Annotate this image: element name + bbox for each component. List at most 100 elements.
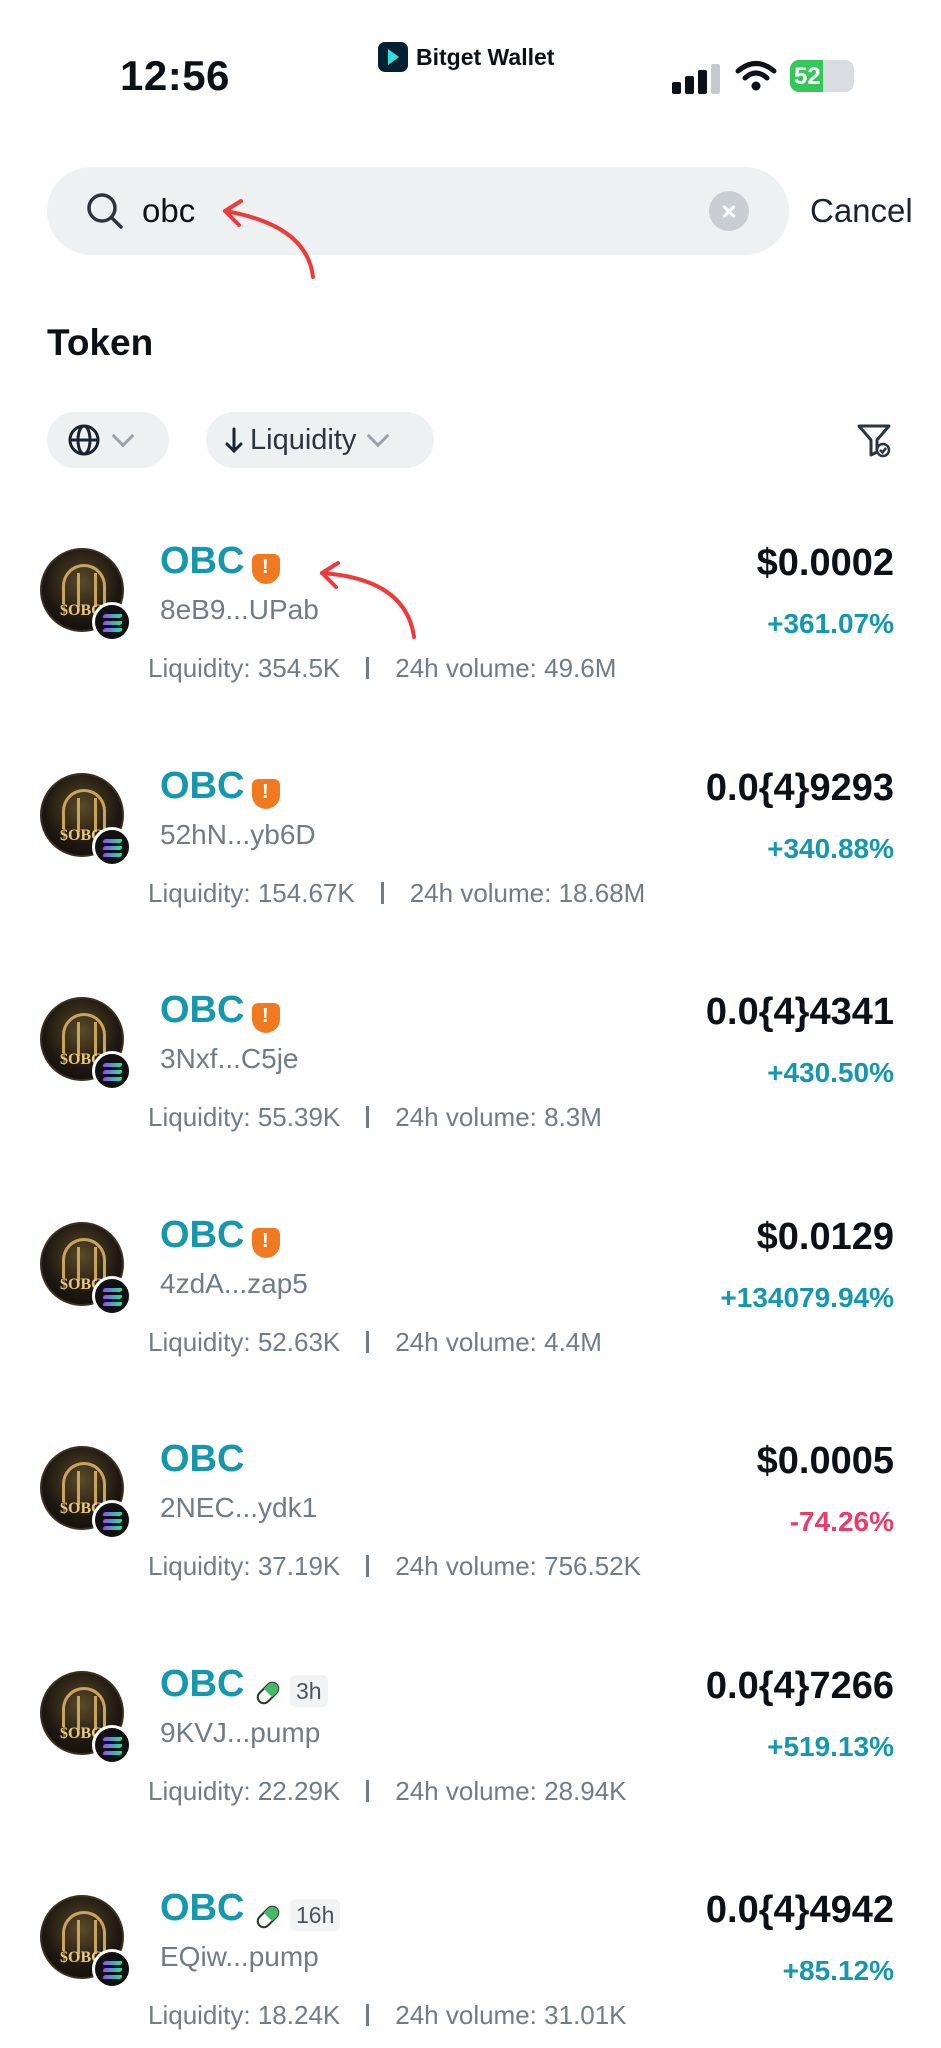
- token-address[interactable]: 9KVJ...pump: [160, 1717, 320, 1749]
- token-volume: 24h volume: 18.68M: [409, 877, 646, 908]
- token-price: 0.0{4}4942: [705, 1889, 894, 1931]
- token-stats: Liquidity: 354.5K 24h volume: 49.6M: [148, 653, 616, 684]
- solana-chain-icon: [92, 1500, 132, 1540]
- token-row[interactable]: $OBC OBC 16h EQiw...pump Liquidity: 18.2…: [0, 1867, 941, 2048]
- token-stats: Liquidity: 22.29K 24h volume: 28.94K: [148, 1776, 627, 1807]
- sort-filter[interactable]: Liquidity: [206, 412, 434, 468]
- brand: Bitget Wallet: [378, 42, 554, 72]
- token-liquidity: Liquidity: 37.19K: [148, 1551, 341, 1581]
- annotation-arrow-icon: [320, 561, 416, 639]
- cellular-signal-icon: [672, 64, 720, 94]
- risk-warning-icon[interactable]: [252, 554, 280, 584]
- token-volume: 24h volume: 28.94K: [395, 1775, 627, 1806]
- price-change: +134079.94%: [720, 1281, 894, 1313]
- search-icon: [87, 193, 123, 229]
- token-liquidity: Liquidity: 55.39K: [148, 1102, 341, 1132]
- price-change: -74.26%: [789, 1506, 894, 1537]
- battery-level: 52: [794, 63, 821, 90]
- solana-chain-icon: [92, 1949, 132, 1989]
- token-liquidity: Liquidity: 354.5K: [148, 653, 341, 683]
- clear-search-icon[interactable]: [709, 191, 749, 231]
- price-change: +430.50%: [767, 1057, 894, 1088]
- token-liquidity: Liquidity: 18.24K: [148, 2000, 341, 2030]
- token-price: 0.0{4}7266: [705, 1664, 894, 1707]
- pill-icon: [256, 1905, 280, 1929]
- token-age: 16h: [290, 1899, 341, 1931]
- token-stats: Liquidity: 55.39K 24h volume: 8.3M: [148, 1102, 602, 1133]
- token-name: OBC: [160, 1662, 245, 1705]
- divider: [366, 657, 370, 679]
- chevron-down-icon: [111, 424, 135, 448]
- divider: [366, 1555, 370, 1577]
- risk-warning-icon[interactable]: [252, 1227, 280, 1258]
- token-address[interactable]: 4zdA...zap5: [160, 1268, 308, 1300]
- token-volume: 24h volume: 8.3M: [395, 1102, 602, 1132]
- token-address[interactable]: 2NEC...ydk1: [160, 1492, 317, 1524]
- wifi-icon: [735, 61, 777, 91]
- price-change: +85.12%: [782, 1955, 894, 1986]
- status-bar: 12:56 Bitget Wallet 52: [0, 0, 941, 130]
- bitget-logo-icon: [378, 42, 408, 72]
- solana-chain-icon: [92, 1051, 132, 1091]
- token-liquidity: Liquidity: 154.67K: [148, 877, 355, 908]
- risk-warning-icon[interactable]: [252, 778, 280, 809]
- token-liquidity: Liquidity: 22.29K: [148, 1775, 341, 1806]
- token-volume: 24h volume: 756.52K: [395, 1551, 641, 1581]
- token-price: 0.0{4}9293: [705, 766, 894, 809]
- token-stats: Liquidity: 18.24K 24h volume: 31.01K: [148, 2000, 627, 2031]
- token-row[interactable]: $OBC OBC 4zdA...zap5 Liquidity: 52.63K24…: [0, 1194, 941, 1419]
- network-filter[interactable]: [47, 412, 169, 468]
- solana-chain-icon: [92, 1724, 132, 1765]
- arrow-down-icon: [225, 427, 243, 454]
- token-row[interactable]: $OBC OBC 3h 9KVJ...pump Liquidity: 22.29…: [0, 1643, 941, 1868]
- divider: [380, 881, 384, 904]
- token-name: OBC: [160, 540, 245, 582]
- token-volume: 24h volume: 31.01K: [395, 2000, 627, 2030]
- divider: [366, 1330, 370, 1353]
- token-row[interactable]: $OBC OBC 8eB9...UPab Liquidity: 354.5K24…: [0, 520, 941, 745]
- globe-icon: [68, 424, 100, 456]
- solana-chain-icon: [92, 1275, 132, 1316]
- chevron-down-icon: [367, 424, 390, 448]
- price-change: +340.88%: [767, 832, 894, 864]
- price-change: +519.13%: [767, 1730, 894, 1762]
- token-liquidity: Liquidity: 52.63K: [148, 1326, 341, 1357]
- token-stats: Liquidity: 37.19K 24h volume: 756.52K: [148, 1551, 641, 1582]
- token-address[interactable]: 8eB9...UPab: [160, 594, 319, 626]
- token-address[interactable]: 52hN...yb6D: [160, 819, 316, 851]
- pill-icon: [256, 1681, 280, 1704]
- token-name: OBC: [160, 1213, 245, 1256]
- battery-icon: 52: [790, 60, 854, 92]
- token-stats: Liquidity: 52.63K 24h volume: 4.4M: [148, 1327, 602, 1358]
- divider: [366, 1779, 370, 1802]
- token-price: 0.0{4}4341: [705, 991, 894, 1033]
- token-stats: Liquidity: 154.67K 24h volume: 18.68M: [148, 878, 645, 909]
- token-address[interactable]: 3Nxf...C5je: [160, 1043, 299, 1075]
- solana-chain-icon: [92, 602, 132, 642]
- token-volume: 24h volume: 4.4M: [395, 1326, 602, 1357]
- token-price: $0.0002: [756, 542, 894, 584]
- token-volume: 24h volume: 49.6M: [395, 653, 617, 683]
- status-time: 12:56: [120, 52, 230, 99]
- token-name: OBC: [160, 1438, 245, 1480]
- annotation-arrow-icon: [223, 199, 315, 279]
- token-row[interactable]: $OBC OBC 52hN...yb6D Liquidity: 154.67K2…: [0, 745, 941, 970]
- token-row[interactable]: $OBC OBC 2NEC...ydk1 Liquidity: 37.19K 24…: [0, 1418, 941, 1643]
- token-row[interactable]: $OBC OBC 3Nxf...C5je Liquidity: 55.39K24…: [0, 969, 941, 1194]
- price-change: +361.07%: [767, 608, 894, 639]
- token-age: 3h: [290, 1674, 328, 1707]
- solana-chain-icon: [92, 826, 132, 867]
- section-title: Token: [47, 322, 154, 363]
- divider: [366, 2004, 370, 2026]
- token-price: $0.0129: [756, 1215, 894, 1258]
- token-name: OBC: [160, 764, 245, 807]
- token-price: $0.0005: [756, 1440, 894, 1482]
- brand-name: Bitget Wallet: [416, 43, 555, 70]
- token-name: OBC: [160, 1887, 245, 1929]
- search-box[interactable]: [47, 167, 789, 255]
- filter-icon[interactable]: [856, 422, 892, 458]
- sort-label: Liquidity: [250, 423, 357, 456]
- token-address[interactable]: EQiw...pump: [160, 1941, 319, 1973]
- cancel-button[interactable]: Cancel: [810, 192, 913, 230]
- risk-warning-icon[interactable]: [252, 1003, 280, 1033]
